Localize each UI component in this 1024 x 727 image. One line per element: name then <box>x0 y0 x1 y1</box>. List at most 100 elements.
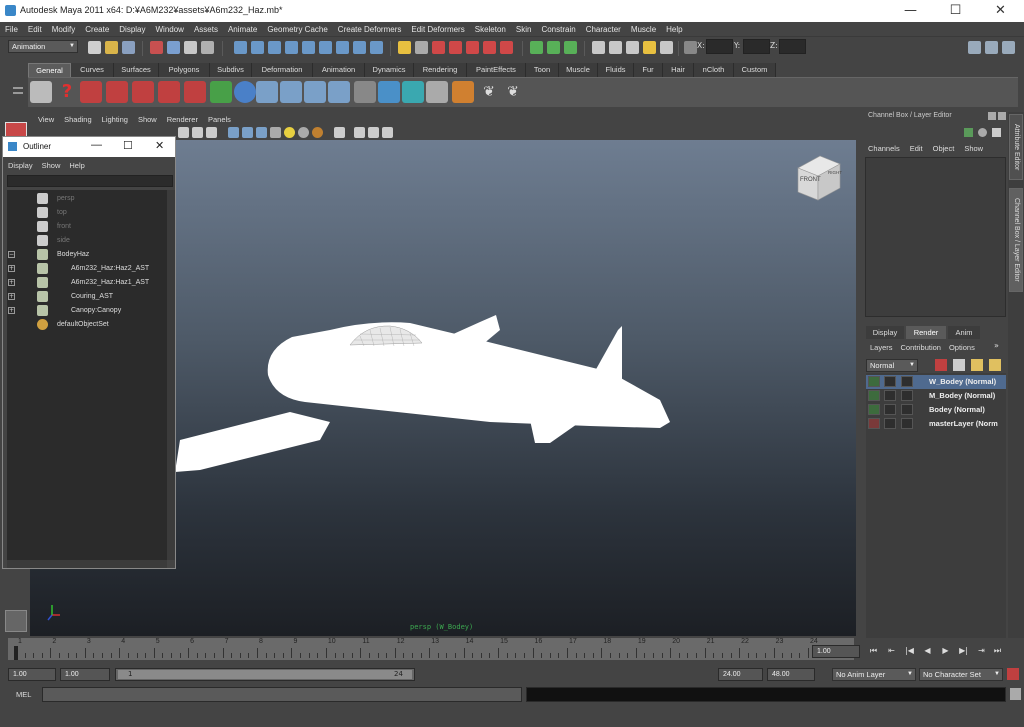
menu-display[interactable]: Display <box>119 25 145 34</box>
shelf-tab-rendering[interactable]: Rendering <box>414 63 467 77</box>
outliner-menu-display[interactable]: Display <box>8 161 33 170</box>
shelf-tab-general[interactable]: General <box>28 63 71 77</box>
close-button[interactable]: ✕ <box>978 0 1023 22</box>
layer-tab-display[interactable]: Display <box>866 326 904 339</box>
select-tool-icon[interactable] <box>106 81 128 103</box>
snap-surface-icon[interactable] <box>319 41 332 54</box>
layer-attributes-icon[interactable] <box>901 390 913 401</box>
menu-constrain[interactable]: Constrain <box>541 25 575 34</box>
collapse-icon[interactable]: − <box>8 251 15 258</box>
menu-help[interactable]: Help <box>666 25 682 34</box>
high-quality-icon[interactable] <box>312 127 323 138</box>
outliner-item-couring[interactable]: + Couring_AST <box>7 290 165 304</box>
layer-menu-options[interactable]: Options <box>949 343 975 352</box>
menu-skeleton[interactable]: Skeleton <box>475 25 506 34</box>
shelf-tab-hair[interactable]: Hair <box>663 63 694 77</box>
render-layer-masterlayer[interactable]: masterLayer (Norm <box>866 417 1006 431</box>
airplane-model[interactable] <box>175 315 670 472</box>
shadows-icon[interactable] <box>270 127 281 138</box>
sphere-icon[interactable] <box>234 81 256 103</box>
layer-attributes-icon[interactable] <box>901 418 913 429</box>
rotate-tool-icon[interactable] <box>184 81 206 103</box>
hyperhsade-window-icon[interactable] <box>609 41 622 54</box>
render-settings-icon[interactable] <box>483 41 496 54</box>
menu-assets[interactable]: Assets <box>194 25 218 34</box>
use-lights-icon[interactable] <box>284 127 295 138</box>
save-scene-icon[interactable] <box>122 41 135 54</box>
bind-skin-icon[interactable] <box>304 81 326 103</box>
render-layer-w-bodey[interactable]: W_Bodey (Normal) <box>866 375 1006 389</box>
go-to-end-icon[interactable]: ⏭ <box>990 643 1005 658</box>
bookmark-icon[interactable] <box>192 127 203 138</box>
start-range-field[interactable]: 1.00 <box>60 668 110 681</box>
channel-box-menu-show[interactable]: Show <box>964 144 983 153</box>
channel-box-area[interactable] <box>865 157 1006 317</box>
outliner-vertical-scrollbar[interactable] <box>167 190 175 560</box>
open-scene-icon[interactable] <box>105 41 118 54</box>
menu-animate[interactable]: Animate <box>228 25 257 34</box>
show-hide-tool-settings-icon[interactable] <box>985 41 998 54</box>
auto-key-icon[interactable] <box>1007 668 1019 680</box>
current-time-indicator[interactable] <box>14 646 18 660</box>
anim-layer-dropdown[interactable]: No Anim Layer ▼ <box>832 668 916 681</box>
select-by-object-icon[interactable] <box>167 41 180 54</box>
menu-edit[interactable]: Edit <box>28 25 42 34</box>
start-time-field[interactable]: 1.00 <box>8 668 56 681</box>
xray-joints-icon[interactable] <box>368 127 379 138</box>
menu-muscle[interactable]: Muscle <box>631 25 656 34</box>
range-slider-handle[interactable] <box>118 670 412 679</box>
menu-create[interactable]: Create <box>85 25 109 34</box>
shelf-tab-deformation[interactable]: Deformation <box>252 63 313 77</box>
layer-attributes-icon[interactable] <box>901 376 913 387</box>
recycle-icon[interactable] <box>884 404 896 415</box>
maximize-button[interactable]: ☐ <box>933 0 978 22</box>
layer-attributes-icon[interactable] <box>901 404 913 415</box>
outliner-item-canopy[interactable]: + Canopy:Canopy <box>7 304 165 318</box>
end-time-field[interactable]: 48.00 <box>767 668 815 681</box>
xray-icon[interactable] <box>354 127 365 138</box>
graph-editor-icon[interactable] <box>354 81 376 103</box>
channel-box-menu-object[interactable]: Object <box>933 144 955 153</box>
shelf-tab-surfaces[interactable]: Surfaces <box>114 63 159 77</box>
lock-selection-icon[interactable] <box>201 41 214 54</box>
time-slider[interactable]: 1 2 3 4 5 6 7 8 9 10 11 12 13 14 15 16 17 18 19 20 21 22 23 24 <box>8 638 854 660</box>
scale-tool-icon[interactable] <box>210 81 232 103</box>
step-forward-icon[interactable]: ⇥ <box>974 643 989 658</box>
expand-icon[interactable]: + <box>8 293 15 300</box>
outliner-item-bodeyhaz[interactable]: − BodeyHaz <box>7 248 165 262</box>
recycle-icon[interactable] <box>884 376 896 387</box>
expand-icon[interactable]: + <box>8 307 15 314</box>
move-tool-icon[interactable] <box>158 81 180 103</box>
expand-icon[interactable]: + <box>8 279 15 286</box>
cluster-icon[interactable] <box>328 81 350 103</box>
outliner-maximize-button[interactable]: ☐ <box>123 139 133 152</box>
outliner-item-top[interactable]: top <box>7 206 165 220</box>
shelf-tab-ncloth[interactable]: nCloth <box>694 63 734 77</box>
shelf-tab-polygons[interactable]: Polygons <box>159 63 210 77</box>
select-by-hierarchy-icon[interactable] <box>150 41 163 54</box>
expand-icon[interactable]: + <box>8 265 15 272</box>
menu-geometry-cache[interactable]: Geometry Cache <box>267 25 327 34</box>
mel-command-input[interactable] <box>42 687 522 702</box>
attribute-view-icon[interactable] <box>530 41 543 54</box>
step-back-icon[interactable]: ⇤ <box>884 643 899 658</box>
recycle-icon[interactable] <box>884 418 896 429</box>
tab-channel-box-layer-editor[interactable]: Channel Box / Layer Editor <box>1009 188 1023 292</box>
mel-label[interactable]: MEL <box>16 690 31 699</box>
menu-create-deformers[interactable]: Create Deformers <box>338 25 402 34</box>
panel-menu-view[interactable]: View <box>38 115 54 124</box>
new-scene-icon[interactable] <box>88 41 101 54</box>
outliner-item-haz2[interactable]: + A6m232_Haz:Haz2_AST <box>7 262 165 276</box>
select-by-component-icon[interactable] <box>184 41 197 54</box>
outliner-item-persp[interactable]: persp <box>7 192 165 206</box>
y-field[interactable] <box>743 39 770 54</box>
hypergraph-icon[interactable] <box>378 81 400 103</box>
render-settings-icon[interactable] <box>971 359 983 371</box>
close-panel-icon[interactable] <box>998 112 1006 120</box>
shelf-tab-toon[interactable]: Toon <box>526 63 559 77</box>
menu-edit-deformers[interactable]: Edit Deformers <box>411 25 464 34</box>
layer-tab-anim[interactable]: Anim <box>948 326 980 339</box>
render-frame-icon[interactable] <box>449 41 462 54</box>
hypershade-icon[interactable] <box>500 41 513 54</box>
show-lights-icon[interactable] <box>643 41 656 54</box>
